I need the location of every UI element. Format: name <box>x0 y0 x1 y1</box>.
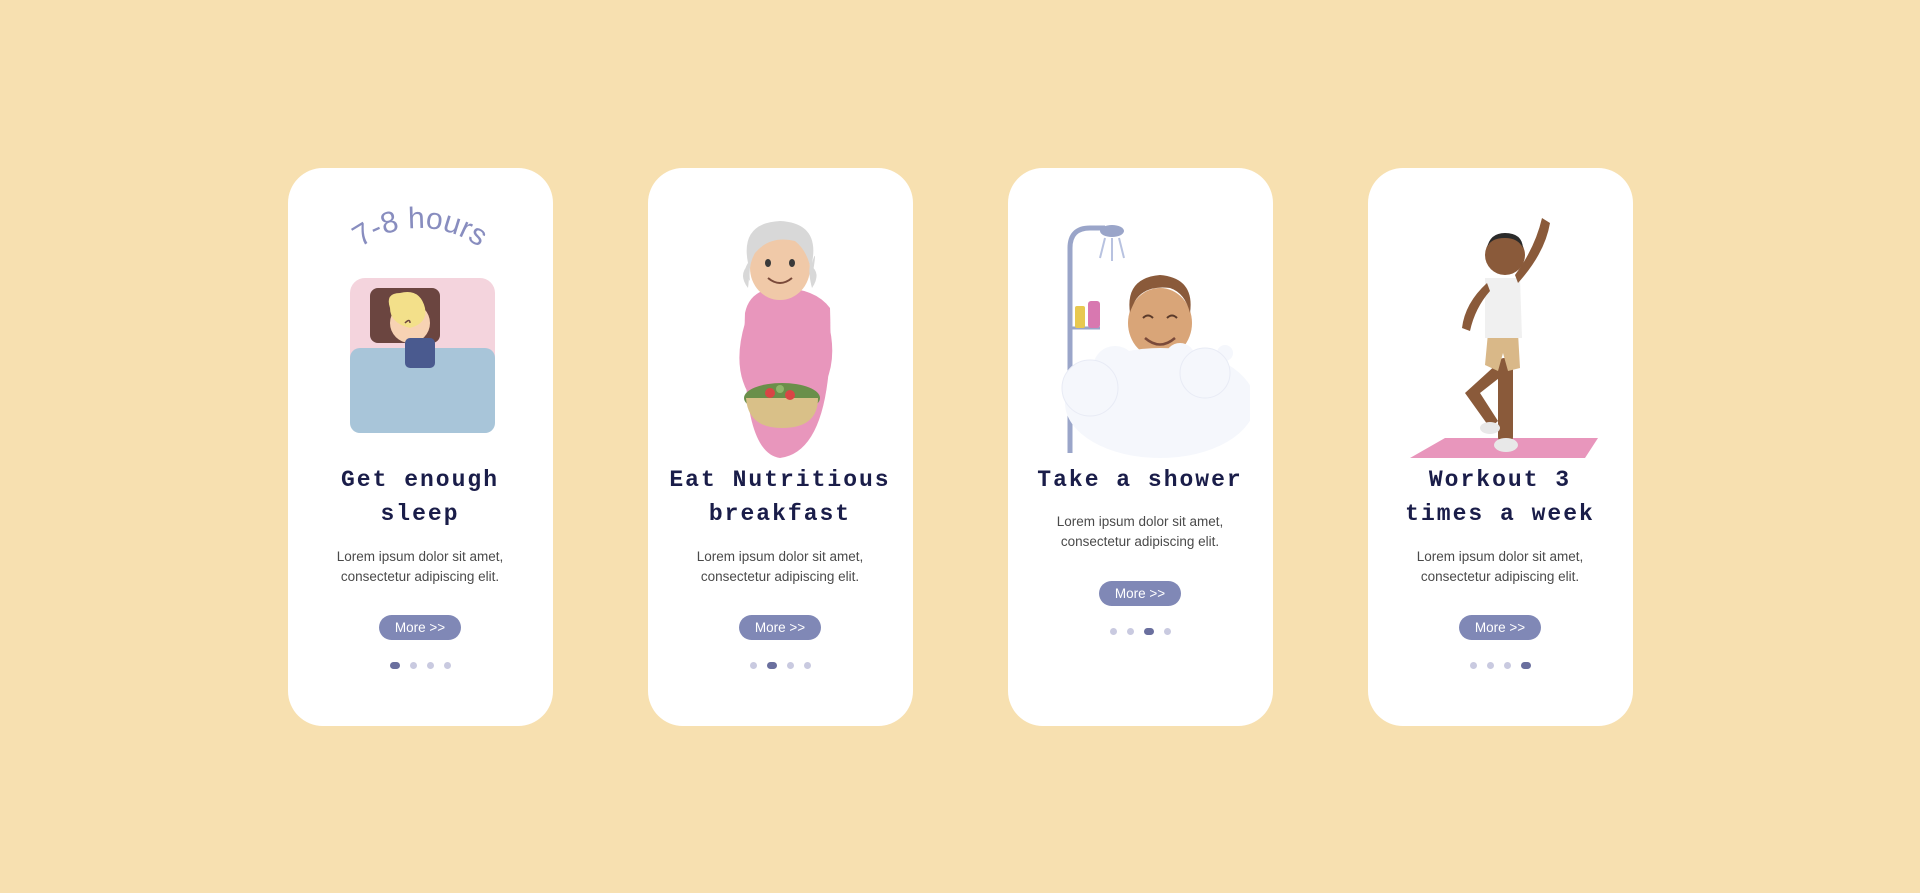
dot-4[interactable] <box>1164 628 1171 635</box>
dot-1[interactable] <box>1470 662 1477 669</box>
dot-2[interactable] <box>1487 662 1494 669</box>
dot-1[interactable] <box>390 662 400 669</box>
hours-label: 7-8 hours <box>347 201 493 252</box>
dot-1[interactable] <box>1110 628 1117 635</box>
dot-4[interactable] <box>804 662 811 669</box>
shower-illustration <box>1026 193 1255 463</box>
pagination-dots <box>1470 662 1531 669</box>
card-title: Eat Nutritious breakfast <box>666 463 895 532</box>
more-button[interactable]: More >> <box>1459 615 1541 640</box>
card-description: Lorem ipsum dolor sit amet, consectetur … <box>1026 512 1255 553</box>
dot-3[interactable] <box>787 662 794 669</box>
dot-1[interactable] <box>750 662 757 669</box>
dot-2[interactable] <box>767 662 777 669</box>
pagination-dots <box>750 662 811 669</box>
svg-text:7-8 hours: 7-8 hours <box>347 201 493 252</box>
pagination-dots <box>1110 628 1171 635</box>
card-description: Lorem ipsum dolor sit amet, consectetur … <box>306 547 535 588</box>
breakfast-illustration <box>666 193 895 463</box>
onboarding-card-sleep: 7-8 hours Get enough sleep Lorem ipsum d… <box>288 168 553 726</box>
more-button[interactable]: More >> <box>1099 581 1181 606</box>
more-button[interactable]: More >> <box>739 615 821 640</box>
dot-4[interactable] <box>1521 662 1531 669</box>
dot-4[interactable] <box>444 662 451 669</box>
card-description: Lorem ipsum dolor sit amet, consectetur … <box>666 547 895 588</box>
card-title: Workout 3 times a week <box>1386 463 1615 532</box>
card-description: Lorem ipsum dolor sit amet, consectetur … <box>1386 547 1615 588</box>
onboarding-card-workout: Workout 3 times a week Lorem ipsum dolor… <box>1368 168 1633 726</box>
onboarding-card-shower: Take a shower Lorem ipsum dolor sit amet… <box>1008 168 1273 726</box>
dot-3[interactable] <box>1144 628 1154 635</box>
more-button[interactable]: More >> <box>379 615 461 640</box>
workout-illustration <box>1386 193 1615 463</box>
dot-3[interactable] <box>1504 662 1511 669</box>
pagination-dots <box>390 662 451 669</box>
sleep-illustration: 7-8 hours <box>306 193 535 463</box>
dot-2[interactable] <box>1127 628 1134 635</box>
dot-3[interactable] <box>427 662 434 669</box>
cards-container: 7-8 hours Get enough sleep Lorem ipsum d… <box>228 168 1693 726</box>
onboarding-card-breakfast: Eat Nutritious breakfast Lorem ipsum dol… <box>648 168 913 726</box>
dot-2[interactable] <box>410 662 417 669</box>
card-title: Take a shower <box>1037 463 1242 498</box>
card-title: Get enough sleep <box>306 463 535 532</box>
